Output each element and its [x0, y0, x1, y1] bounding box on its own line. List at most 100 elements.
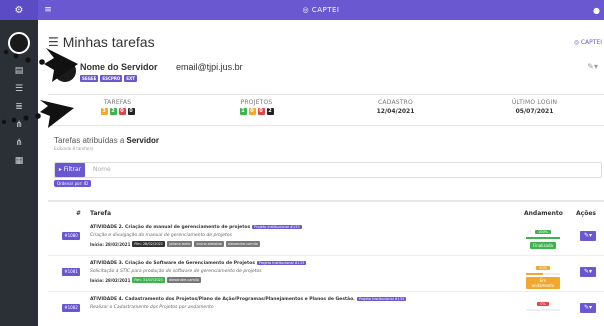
topbar: ≡ ◎ CAPTEI ● [38, 0, 604, 20]
user-icon[interactable]: ● [593, 6, 600, 15]
col-progress: Andamento [524, 210, 563, 217]
profile-badges: SEGEE ESCPRO EXT [80, 75, 137, 82]
table-row[interactable]: #1080 ATIVIDADE 2. Criação do manual de g… [48, 222, 604, 256]
count-badge: 0 [127, 108, 135, 115]
assignee-badge: alexandre.camilo [225, 241, 260, 247]
stat-label: PROJETOS [240, 99, 273, 106]
col-num: # [76, 210, 82, 217]
task-description: Criação e divulgação do manual de gerenc… [90, 233, 232, 238]
task-meta: Início: 28/02/2021 Fim: 31/07/2021 alexand… [90, 277, 202, 283]
task-progress: 50% Em andamento [526, 263, 560, 289]
sidebar-logo[interactable]: ⚙ [0, 0, 38, 20]
stat-projetos: PROJETOS 1 0 0 2 [187, 95, 326, 125]
filter-input[interactable]: Nome [93, 163, 111, 177]
task-title-text: ATIVIDADE 4. Cadastramento dos Projetos/… [90, 297, 355, 302]
task-start: Início: 28/02/2021 [90, 277, 131, 283]
sitemap-icon[interactable]: ⋔ [0, 134, 38, 152]
screens-icon[interactable]: ▦ [0, 152, 38, 170]
stats-row: TAREFAS 3 2 0 0 PROJETOS 1 0 0 2 CADASTR… [48, 94, 604, 126]
stat-cadastro: CADASTRO 12/04/2021 [326, 95, 465, 125]
list-icon[interactable]: ≣ [0, 98, 38, 116]
task-title: ATIVIDADE 4. Cadastramento dos Projetos/… [90, 297, 407, 302]
task-title-text: ATIVIDADE 3. Criação do Software de Gere… [90, 261, 255, 266]
actions-button[interactable]: ✎▾ [580, 231, 596, 241]
tasks-count: Exibindo 8 tarefa(s) [54, 146, 94, 151]
task-id-badge[interactable]: #1081 [62, 268, 80, 276]
task-id-badge[interactable]: #1082 [62, 304, 80, 312]
task-description: Realizar o Cadastramento dos Projetos po… [90, 305, 214, 310]
gear-icon: ⚙ [14, 4, 24, 16]
progress-fill [526, 273, 543, 275]
page-title: Minhas tarefas [62, 34, 155, 50]
tasks-heading: Tarefas atribuídas a Servidor [54, 136, 159, 145]
profile-panel: Nome do Servidor email@tjpi.jus.br SEGEE… [48, 58, 604, 90]
assignee-badge: alexandre.camilo [167, 277, 202, 283]
task-end: Fim: 28/02/2021 [132, 241, 165, 247]
unit-badge: SEGEE [80, 75, 99, 82]
task-title: ATIVIDADE 3. Criação do Software de Gere… [90, 261, 307, 266]
task-description: Solicitação à STIC para produção do soft… [90, 269, 262, 274]
sitemap-icon[interactable]: ⋔ [0, 116, 38, 134]
progress-fill [526, 237, 560, 239]
tasks-heading-prefix: Tarefas atribuídas a [54, 136, 125, 145]
breadcrumb-label: CAPTEI [580, 38, 602, 46]
progress-bar [526, 273, 560, 275]
stat-label: ÚLTIMO LOGIN [511, 99, 558, 106]
tasks-card: Tarefas atribuídas a Servidor Exibindo 8… [48, 130, 604, 326]
list-icon[interactable]: ☰ [0, 80, 38, 98]
sidebar-avatar[interactable] [8, 32, 30, 54]
stat-tarefas: TAREFAS 3 2 0 0 [48, 95, 187, 125]
deco-dot [39, 59, 45, 65]
count-badge: 0 [248, 108, 256, 115]
profile-name: Nome do Servidor [80, 62, 158, 72]
tasks-icon: ☰ [48, 35, 59, 49]
task-title: ATIVIDADE 2. Criação do manual de gerenc… [90, 225, 302, 230]
task-meta: Início: 28/02/2021 Fim: 28/02/2021 juliana… [90, 241, 260, 247]
task-end: Fim: 31/07/2021 [132, 277, 165, 283]
count-badge: 3 [100, 108, 108, 115]
count-badge: 0 [118, 108, 126, 115]
col-actions: Ações [576, 210, 596, 217]
stat-value: 12/04/2021 [376, 108, 415, 115]
unit-badge: ESCPRO [100, 75, 123, 82]
profile-email: email@tjpi.jus.br [176, 62, 243, 72]
task-progress: 0% [526, 299, 560, 313]
filter-button-label: Filtrar [63, 166, 82, 173]
sidebar: ⚙ ▤ ☰ ≣ ⋔ ⋔ ▦ [0, 0, 38, 326]
project-badge[interactable]: Projeto Institucional #133 [356, 297, 407, 301]
stat-label: TAREFAS [103, 99, 132, 106]
progress-percent: 0% [537, 302, 549, 306]
page-header: ☰ Minhas tarefas ◎ CAPTEI [48, 28, 604, 56]
users-icon[interactable]: ▤ [0, 62, 38, 80]
count-badge: 2 [109, 108, 117, 115]
filter-bar: ▸ Filtrar Nome [54, 162, 602, 178]
assignee-badge: bruno.almeida [194, 241, 224, 247]
progress-bar [526, 237, 560, 239]
project-badge[interactable]: Projeto Institucional #133 [256, 261, 307, 265]
actions-button[interactable]: ✎▾ [580, 303, 596, 313]
status-badge: Finalizada [530, 242, 556, 249]
filter-button[interactable]: ▸ Filtrar [55, 163, 85, 177]
count-badge: 1 [239, 108, 247, 115]
progress-percent: 50% [536, 266, 550, 270]
stat-value: 05/07/2021 [515, 108, 554, 115]
table-row[interactable]: #1082 ATIVIDADE 4. Cadastramento dos Proj… [48, 294, 604, 326]
table-row[interactable]: #1081 ATIVIDADE 3. Criação do Software de… [48, 258, 604, 292]
task-progress: 100% Finalizada [526, 227, 560, 249]
status-badge: Em andamento [526, 277, 560, 289]
breadcrumb-link[interactable]: ◎ CAPTEI [574, 39, 602, 46]
count-badge: 0 [257, 108, 265, 115]
brand-label: CAPTEI [311, 6, 340, 14]
brand-title[interactable]: ◎ CAPTEI [38, 6, 604, 14]
task-id-badge[interactable]: #1080 [62, 232, 80, 240]
tasks-heading-name: Servidor [126, 136, 159, 145]
wrench-icon[interactable]: ✎▾ [587, 62, 598, 71]
progress-bar [526, 309, 560, 311]
col-task: Tarefa [90, 210, 112, 217]
assignee-badge: juliana.melo [167, 241, 193, 247]
actions-button[interactable]: ✎▾ [580, 267, 596, 277]
project-badge[interactable]: Projeto Institucional #133 [252, 225, 302, 229]
stat-ultimo-login: ÚLTIMO LOGIN 05/07/2021 [465, 95, 604, 125]
order-badge[interactable]: Ordenar por: ID [54, 180, 92, 187]
tasks-table [48, 200, 604, 202]
